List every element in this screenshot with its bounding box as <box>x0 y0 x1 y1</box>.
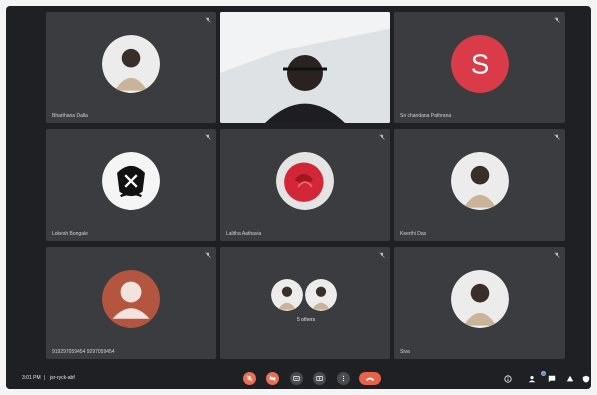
avatar: S <box>450 34 509 93</box>
participant-name: Lalitha Aathavia <box>226 231 262 237</box>
live-video-tile[interactable] <box>220 12 390 123</box>
others-count-label: 5 others <box>297 317 316 323</box>
participant-name: Sri chandana Pathrana <box>400 113 452 119</box>
participant-name: Siva <box>400 349 410 355</box>
camera-feed <box>220 12 390 123</box>
mic-off-icon <box>379 134 385 140</box>
info-icon <box>503 374 512 383</box>
mic-off-icon <box>554 17 560 23</box>
bottom-toolbar: 3:01 PM | jsr-ryck-abf 9 <box>6 368 591 389</box>
meeting-code: jsr-ryck-abf <box>50 375 75 381</box>
end-call-icon <box>365 377 375 381</box>
participant-name: Lokesh Bongale <box>52 231 88 237</box>
avatar-initial: S <box>470 48 489 79</box>
participant-tile[interactable]: Bharthana Dalla <box>46 12 216 123</box>
mic-off-icon <box>205 252 211 258</box>
avatar <box>271 279 303 311</box>
mic-off-icon <box>246 375 253 382</box>
present-button[interactable] <box>313 372 326 385</box>
mic-off-icon <box>554 134 560 140</box>
people-icon <box>528 375 535 382</box>
participant-count-badge: 9 <box>541 371 546 376</box>
shield-icon <box>582 375 589 383</box>
avatar <box>276 152 334 210</box>
avatar <box>450 152 509 210</box>
avatar <box>102 34 160 93</box>
participant-tile[interactable]: Siva <box>394 247 565 359</box>
captions-button[interactable] <box>290 372 303 385</box>
chat-button[interactable] <box>547 374 556 383</box>
captions-icon <box>293 376 300 381</box>
people-button[interactable] <box>527 374 536 383</box>
present-screen-icon <box>316 376 323 381</box>
leave-call-button[interactable] <box>359 372 381 385</box>
more-options-icon <box>342 375 345 382</box>
participant-tile[interactable]: Lokesh Bongale <box>46 129 216 241</box>
participant-name: Bharthana Dalla <box>52 113 88 119</box>
participant-name: 919297059454 9297059454 <box>52 349 115 355</box>
activities-icon <box>566 375 573 381</box>
avatar <box>102 270 160 328</box>
others-avatars <box>271 279 337 311</box>
camera-off-icon <box>269 375 276 382</box>
avatar <box>450 270 509 328</box>
mic-button[interactable] <box>243 372 256 385</box>
participant-tile[interactable]: Keerthi Das <box>394 129 565 241</box>
avatar <box>102 152 160 210</box>
chat-icon <box>548 375 555 382</box>
avatar <box>305 279 337 311</box>
meeting-window: Bharthana Dalla S Sri chandana Pathrana Lok… <box>6 6 591 389</box>
host-controls-button[interactable] <box>581 374 590 383</box>
participant-tile[interactable]: S Sri chandana Pathrana <box>394 12 565 123</box>
more-options-button[interactable] <box>337 372 350 385</box>
meeting-separator: | <box>44 375 46 381</box>
participant-grid: Bharthana Dalla S Sri chandana Pathrana Lok… <box>6 6 591 389</box>
mic-off-icon <box>205 17 211 23</box>
participant-name: Keerthi Das <box>400 231 427 237</box>
mic-off-icon <box>379 252 385 258</box>
mic-off-icon <box>205 134 211 140</box>
meeting-info-button[interactable] <box>503 374 512 383</box>
participant-tile[interactable]: 919297059454 9297059454 <box>46 247 216 359</box>
activities-button[interactable] <box>565 374 574 383</box>
camera-button[interactable] <box>266 372 279 385</box>
meeting-time: 3:01 PM <box>22 375 41 381</box>
participant-tile[interactable]: Lalitha Aathavia <box>220 129 390 241</box>
mic-off-icon <box>554 252 560 258</box>
participant-tile[interactable]: 5 others <box>220 247 390 359</box>
